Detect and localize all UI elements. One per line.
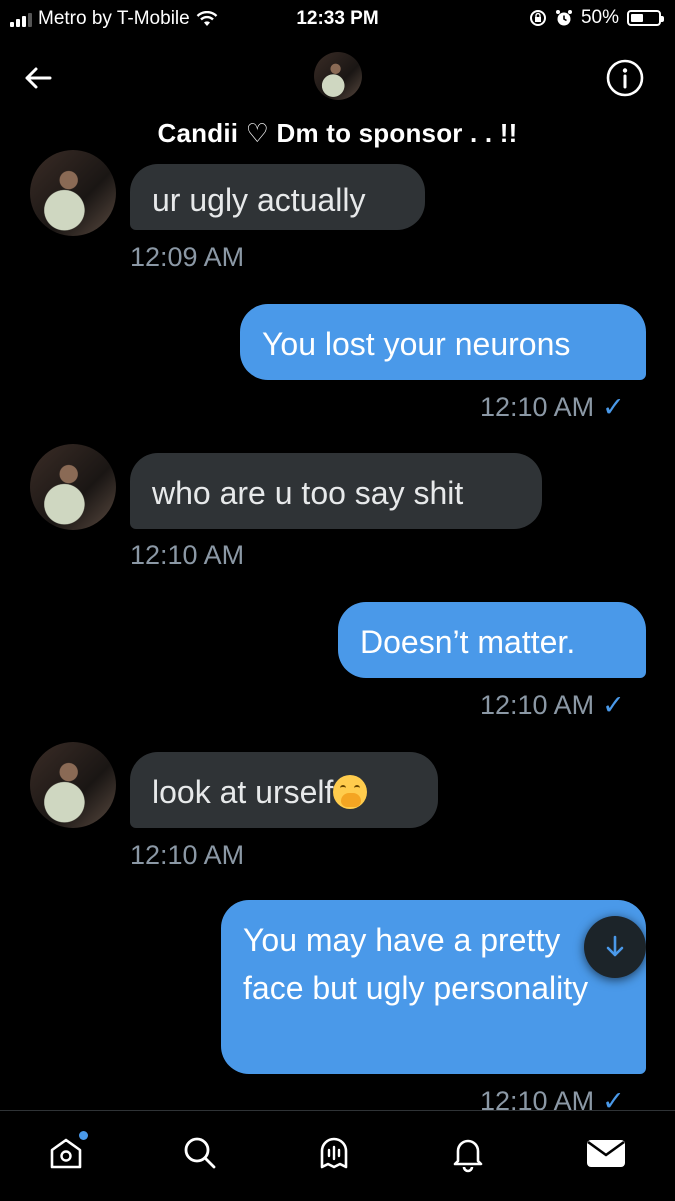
sender-avatar[interactable] <box>30 150 116 236</box>
sender-avatar[interactable] <box>30 742 116 828</box>
read-check-icon: ✓ <box>602 392 625 422</box>
back-arrow-icon[interactable] <box>18 58 58 98</box>
sender-avatar[interactable] <box>30 444 116 530</box>
message-bubble-outgoing[interactable]: You may have a pretty face but ugly pers… <box>221 900 646 1074</box>
status-bar: Metro by T-Mobile 12:33 PM 50% <box>0 0 675 40</box>
scroll-to-bottom-button[interactable] <box>584 916 646 978</box>
message-timestamp-row: 12:10 AM ✓ <box>480 690 625 721</box>
info-icon[interactable] <box>605 58 645 98</box>
tab-home[interactable] <box>46 1131 90 1177</box>
message-bubble-incoming[interactable]: who are u too say shit <box>130 453 542 529</box>
orientation-lock-icon <box>529 10 546 26</box>
battery-icon <box>627 10 664 26</box>
search-icon <box>184 1137 216 1169</box>
message-bubble-outgoing[interactable]: You lost your neurons <box>240 304 646 380</box>
message-bubble-outgoing[interactable]: Doesn’t matter. <box>338 602 646 678</box>
notification-dot <box>79 1131 88 1140</box>
message-bubble-incoming[interactable]: look at urself <box>130 752 438 828</box>
arrow-down-icon <box>606 935 624 957</box>
notifications-icon <box>453 1139 483 1173</box>
message-timestamp: 12:10 AM <box>130 840 245 870</box>
message-timestamp: 12:10 AM <box>480 690 595 720</box>
message-text: look at urself <box>152 774 334 810</box>
message-text: who are u too say shit <box>152 475 464 511</box>
message-timestamp-row: 12:10 AM ✓ <box>480 392 625 423</box>
tab-messages[interactable] <box>584 1133 628 1177</box>
face-with-hand-over-mouth-emoji-icon <box>333 775 368 809</box>
message-text: Doesn’t matter. <box>360 624 576 660</box>
message-timestamp: 12:09 AM <box>130 242 245 272</box>
status-right: 50% <box>529 7 664 29</box>
alarm-icon <box>555 10 572 26</box>
read-check-icon: ✓ <box>602 690 625 720</box>
message-text: You lost your neurons <box>262 326 571 362</box>
message-text: You may have a pretty face but ugly pers… <box>243 922 589 1006</box>
message-timestamp: 12:10 AM <box>480 392 595 422</box>
conversation-header: Candii ♡ Dm to sponsor . . !! <box>0 40 675 166</box>
tab-spaces[interactable] <box>314 1133 358 1177</box>
message-timestamp: 12:10 AM <box>130 540 245 570</box>
header-avatar[interactable] <box>314 52 362 100</box>
tab-search[interactable] <box>180 1133 224 1177</box>
battery-percent: 50% <box>580 7 619 28</box>
message-text: ur ugly actually <box>152 182 366 218</box>
tab-notifications[interactable] <box>448 1133 492 1177</box>
message-bubble-incoming[interactable]: ur ugly actually <box>130 164 425 230</box>
conversation-title[interactable]: Candii ♡ Dm to sponsor . . !! <box>0 118 675 149</box>
spaces-icon <box>320 1137 348 1169</box>
bottom-tab-bar <box>0 1110 675 1201</box>
messages-icon <box>587 1140 625 1167</box>
